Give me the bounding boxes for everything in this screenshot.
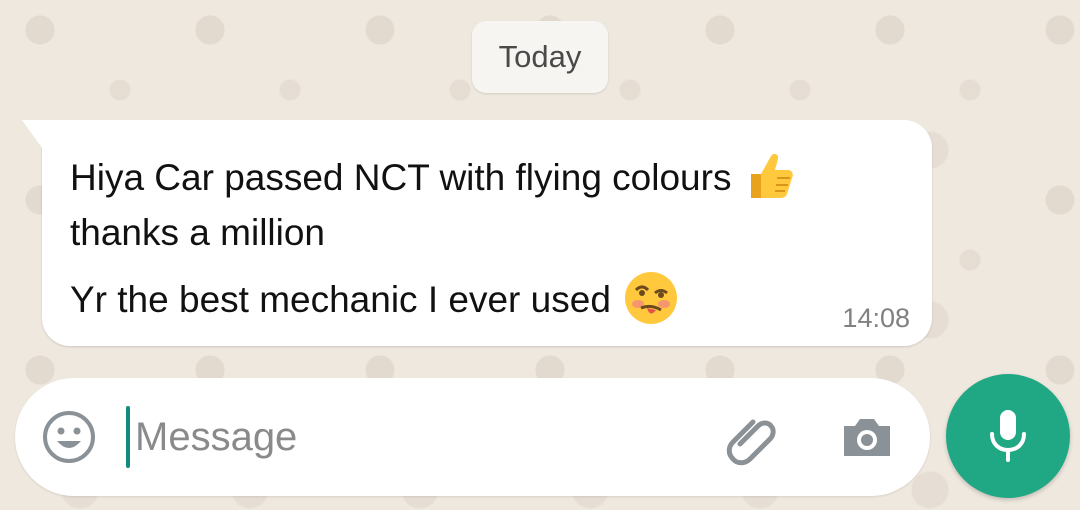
message-timestamp: 14:08 — [842, 303, 910, 333]
date-divider: Today — [472, 21, 608, 93]
message-line-3: Yr the best mechanic I ever used — [70, 272, 679, 330]
emoji-button[interactable] — [41, 409, 97, 465]
microphone-icon — [982, 406, 1034, 466]
voice-message-button[interactable] — [946, 374, 1070, 498]
date-divider-label: Today — [498, 39, 582, 74]
paperclip-icon — [720, 406, 782, 468]
text-cursor — [126, 406, 130, 468]
message-input[interactable] — [125, 406, 695, 468]
attach-button[interactable] — [720, 406, 782, 468]
message-line-2: thanks a million — [70, 214, 325, 251]
smiley-icon — [41, 409, 97, 465]
message-composer — [15, 378, 930, 496]
bubble-tail — [22, 120, 42, 148]
message-line-1: Hiya Car passed NCT with flying colours — [70, 153, 795, 206]
thumbs-up-icon — [743, 150, 795, 202]
camera-button[interactable] — [838, 408, 896, 466]
woozy-face-icon — [623, 270, 679, 326]
incoming-message-bubble[interactable]: Hiya Car passed NCT with flying colours … — [22, 120, 932, 346]
message-text-3: Yr the best mechanic I ever used — [70, 278, 611, 320]
camera-icon — [838, 408, 896, 466]
message-text-2: thanks a million — [70, 212, 326, 253]
message-text-1: Hiya Car passed NCT with flying colours — [70, 156, 732, 198]
